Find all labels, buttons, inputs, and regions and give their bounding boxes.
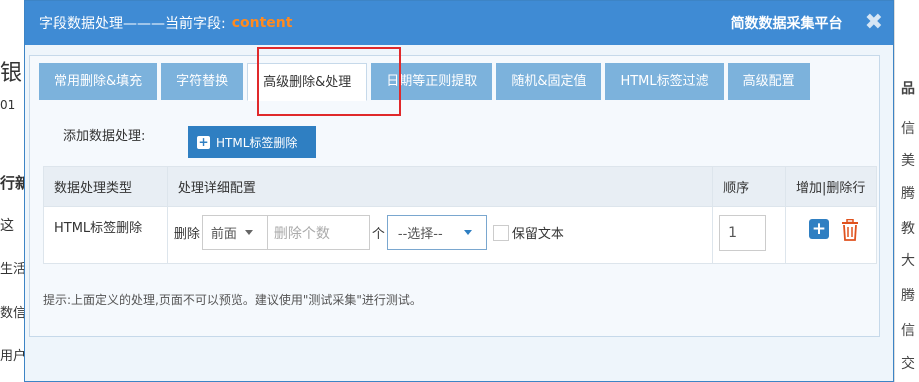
delete-label: 删除 [173, 227, 200, 242]
tab-date-regex-extract[interactable]: 日期等正则提取 [371, 63, 493, 100]
header-processing-config: 处理详细配置 [166, 166, 714, 207]
platform-name: 简数数据采集平台 [730, 16, 843, 32]
bg-text: 数信 [0, 306, 24, 321]
bg-text: 腾 [901, 186, 915, 202]
option-select-value: --选择-- [397, 227, 443, 242]
bg-text: 这 [0, 218, 14, 234]
header-order: 顺序 [712, 166, 787, 207]
tab-random-fixed-value[interactable]: 随机&固定值 [496, 63, 602, 100]
dialog-title: 字段数据处理———当前字段: content [39, 13, 292, 33]
close-icon[interactable]: ✖ [865, 12, 883, 34]
bg-text: 教 [901, 221, 915, 237]
bg-text: 银 [0, 61, 23, 86]
field-processing-dialog: 字段数据处理———当前字段: content 简数数据采集平台 ✖ 常用删除&填… [24, 0, 894, 382]
background-page-left: 银 01 行新 这 生活 数信 用户 [0, 0, 24, 382]
dialog-titlebar[interactable]: 字段数据处理———当前字段: content 简数数据采集平台 ✖ [25, 1, 893, 45]
position-select-value: 前面 [210, 227, 237, 242]
tab-bar: 常用删除&填充 字符替换 高级删除&处理 日期等正则提取 随机&固定值 HTML… [39, 63, 810, 101]
processing-table: 数据处理类型 处理详细配置 顺序 增加|删除行 HTML标签删除 删除 前面 删… [43, 166, 877, 264]
bg-text: 用户 [0, 349, 24, 364]
bg-text: 美 [901, 153, 915, 169]
delete-count-input[interactable]: 删除个数 [267, 215, 370, 250]
chevron-down-icon [244, 230, 253, 235]
bg-text: 腾 [901, 288, 915, 304]
add-html-tag-delete-button[interactable]: + HTML标签删除 [188, 126, 316, 158]
tab-advanced-config[interactable]: 高级配置 [727, 63, 810, 100]
dialog-title-prefix: 字段数据处理———当前字段: [39, 16, 226, 32]
row-type: HTML标签删除 [43, 206, 168, 264]
add-processing-label: 添加数据处理: [63, 129, 146, 144]
bg-text: 生活 [0, 262, 24, 277]
bg-text: 信 [901, 323, 915, 339]
bg-text: 信 [901, 121, 915, 137]
keep-text-label: 保留文本 [511, 227, 564, 242]
tab-string-replace[interactable]: 字符替换 [161, 63, 244, 100]
tab-common-delete-fill[interactable]: 常用删除&填充 [39, 63, 158, 100]
tab-html-tag-filter[interactable]: HTML标签过滤 [605, 63, 724, 100]
add-button-label: HTML标签删除 [216, 135, 298, 150]
bg-text: 品 [901, 81, 915, 97]
row-order: 1 [712, 206, 787, 264]
add-processing-row: 添加数据处理: + HTML标签删除 [63, 126, 316, 158]
unit-label: 个 [371, 227, 385, 242]
tab-advanced-delete[interactable]: 高级删除&处理 [247, 63, 368, 101]
current-field-name: content [231, 15, 293, 31]
bg-text: 行新 [0, 174, 24, 192]
header-processing-type: 数据处理类型 [43, 166, 168, 207]
trash-icon[interactable] [841, 219, 859, 241]
table-row: HTML标签删除 删除 前面 删除个数 个 --选择-- 保留文本 1 + [43, 206, 877, 264]
row-actions: + [785, 206, 877, 264]
bg-text: 大 [901, 253, 915, 269]
header-add-delete-row: 增加|删除行 [785, 166, 877, 207]
background-page-right: 品 信 美 腾 教 大 腾 信 交 [894, 0, 919, 382]
add-row-icon[interactable]: + [809, 219, 830, 239]
chevron-down-icon [463, 230, 472, 235]
order-input[interactable]: 1 [719, 215, 767, 251]
bg-text: 交 [901, 356, 915, 372]
keep-text-checkbox[interactable] [492, 224, 509, 241]
table-header-row: 数据处理类型 处理详细配置 顺序 增加|删除行 [43, 166, 877, 207]
plus-icon: + [197, 134, 210, 149]
bg-text: 01 [0, 98, 16, 112]
option-select[interactable]: --选择-- [386, 215, 487, 250]
position-select[interactable]: 前面 [201, 215, 268, 250]
hint-text: 提示:上面定义的处理,页面不可以预览。建议使用"测试采集"进行测试。 [43, 293, 422, 307]
row-config: 删除 前面 删除个数 个 --选择-- 保留文本 [166, 206, 714, 264]
